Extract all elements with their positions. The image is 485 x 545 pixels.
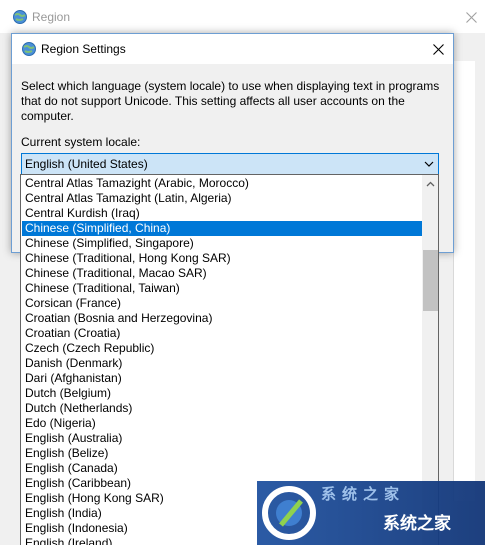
locale-option[interactable]: Dutch (Netherlands) bbox=[22, 401, 422, 416]
locale-option[interactable]: Chinese (Simplified, China) bbox=[22, 221, 422, 236]
selected-locale-value: English (United States) bbox=[25, 157, 148, 171]
dialog-title: Region Settings bbox=[41, 42, 126, 56]
chevron-down-icon bbox=[424, 161, 434, 167]
dialog-description: Select which language (system locale) to… bbox=[21, 79, 440, 123]
locale-option[interactable]: English (Australia) bbox=[22, 431, 422, 446]
region-titlebar: Region bbox=[0, 0, 485, 33]
chevron-up-icon bbox=[426, 181, 435, 186]
watermark-top-text: 系统之家 bbox=[321, 485, 406, 503]
dialog-titlebar: Region Settings bbox=[12, 34, 453, 64]
globe-icon bbox=[22, 42, 36, 56]
locale-option[interactable]: Chinese (Traditional, Taiwan) bbox=[22, 281, 422, 296]
locale-option[interactable]: Croatian (Croatia) bbox=[22, 326, 422, 341]
locale-option[interactable]: Croatian (Bosnia and Herzegovina) bbox=[22, 311, 422, 326]
locale-option[interactable]: Central Kurdish (Iraq) bbox=[22, 206, 422, 221]
locale-option[interactable]: English (Belize) bbox=[22, 446, 422, 461]
globe-icon bbox=[13, 10, 27, 24]
system-locale-select[interactable]: English (United States) bbox=[21, 153, 439, 175]
close-icon bbox=[432, 43, 444, 55]
close-icon bbox=[465, 11, 477, 23]
locale-option[interactable]: Dutch (Belgium) bbox=[22, 386, 422, 401]
locale-option[interactable]: English (Canada) bbox=[22, 461, 422, 476]
watermark-logo: 系统之家 系统之家 bbox=[257, 481, 485, 545]
watermark-emblem-icon bbox=[262, 486, 316, 540]
scroll-up-button[interactable] bbox=[422, 175, 438, 192]
current-locale-label: Current system locale: bbox=[21, 135, 141, 149]
region-window-title: Region bbox=[32, 10, 71, 24]
locale-option[interactable]: Danish (Denmark) bbox=[22, 356, 422, 371]
locale-option[interactable]: Chinese (Traditional, Macao SAR) bbox=[22, 266, 422, 281]
scroll-thumb[interactable] bbox=[423, 250, 438, 311]
locale-option[interactable]: Edo (Nigeria) bbox=[22, 416, 422, 431]
locale-option[interactable]: Central Atlas Tamazight (Arabic, Morocco… bbox=[22, 176, 422, 191]
dialog-close-button[interactable] bbox=[424, 36, 452, 62]
region-window-body-left bbox=[0, 250, 22, 540]
locale-option[interactable]: Corsican (France) bbox=[22, 296, 422, 311]
locale-option[interactable]: Dari (Afghanistan) bbox=[22, 371, 422, 386]
locale-option[interactable]: Chinese (Simplified, Singapore) bbox=[22, 236, 422, 251]
region-window-body bbox=[453, 61, 475, 501]
locale-option[interactable]: Czech (Czech Republic) bbox=[22, 341, 422, 356]
locale-option[interactable]: Chinese (Traditional, Hong Kong SAR) bbox=[22, 251, 422, 266]
locale-option[interactable]: Central Atlas Tamazight (Latin, Algeria) bbox=[22, 191, 422, 206]
region-close-button[interactable] bbox=[458, 4, 484, 30]
watermark-text: 系统之家 bbox=[383, 514, 451, 534]
